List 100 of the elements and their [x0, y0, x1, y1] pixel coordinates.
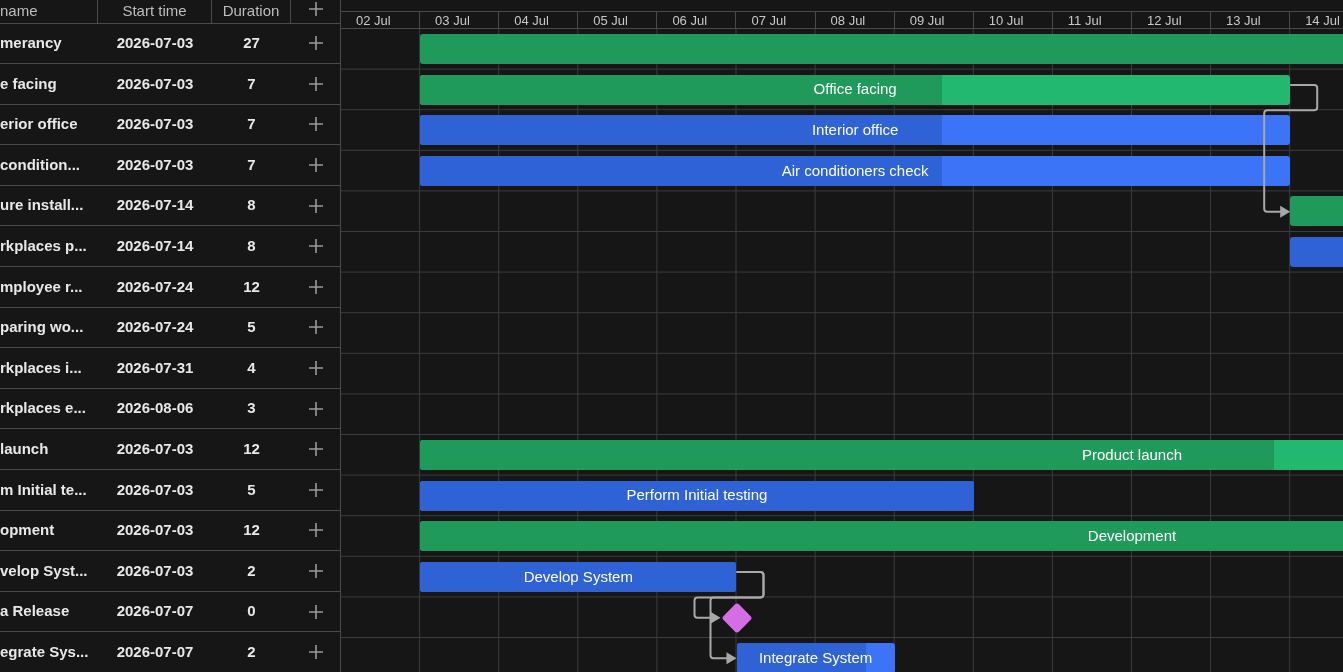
task-name-cell-text: rkplaces i... — [0, 357, 83, 378]
task-name-cell-text: launch — [0, 439, 50, 459]
bar-label: Office facing — [813, 79, 897, 100]
add-task-button[interactable] — [307, 644, 324, 661]
task-bar[interactable]: Integrate System — [736, 643, 895, 672]
duration-cell-text: 7 — [246, 114, 257, 135]
task-name-cell-text: egrate Sys... — [0, 641, 90, 662]
add-task-button[interactable] — [307, 563, 324, 579]
name-column-header: name — [0, 1, 38, 21]
duration-cell-text: 12 — [242, 276, 261, 297]
plus-icon — [307, 603, 324, 620]
plus-icon — [307, 75, 324, 92]
day-label: 08 Jul — [830, 13, 866, 28]
plus-icon — [307, 360, 324, 377]
task-bar[interactable]: Air conditioners check — [420, 155, 1291, 186]
plus-icon — [307, 157, 324, 174]
plus-icon — [307, 278, 324, 295]
plus-icon — [307, 563, 324, 579]
bar-label: Perform Initial testing — [626, 485, 768, 506]
task-name-cell-text: e facing — [0, 73, 58, 94]
start-time-column-header: Start time — [122, 1, 187, 21]
day-label: 13 Jul — [1226, 13, 1261, 28]
add-task-button[interactable] — [307, 278, 324, 295]
task-bar[interactable]: Office facing — [420, 74, 1291, 105]
duration-cell-text: 2 — [246, 641, 257, 662]
day-label: 11 Jul — [1067, 13, 1102, 28]
start-date-cell-text: 2026-07-03 — [115, 33, 195, 54]
bar-label: Integrate System — [758, 647, 873, 668]
plus-icon — [307, 197, 324, 214]
bar-label: Develop System — [523, 566, 633, 587]
bar-label: Air conditioners check — [781, 160, 929, 181]
plus-icon — [307, 522, 324, 539]
duration-cell-text: 7 — [246, 154, 257, 175]
start-date-cell-text: 2026-07-03 — [115, 154, 195, 175]
plus-icon — [307, 1, 324, 17]
day-label: 07 Jul — [751, 13, 787, 28]
task-bar[interactable]: Interior office — [420, 115, 1291, 146]
plus-icon — [307, 441, 324, 458]
add-task-button[interactable] — [307, 522, 324, 539]
add-task-button[interactable] — [307, 116, 324, 133]
start-date-cell-text: 2026-08-06 — [115, 398, 195, 419]
start-date-cell-text: 2026-07-14 — [115, 195, 195, 216]
add-task-button[interactable] — [307, 319, 324, 336]
start-date-cell-text: 2026-07-03 — [115, 560, 195, 581]
duration-cell-text: 2 — [246, 560, 257, 581]
task-bar[interactable]: Product launch — [420, 440, 1343, 470]
start-date-cell-text: 2026-07-07 — [115, 641, 195, 662]
task-name-cell-text: condition... — [0, 154, 81, 175]
duration-cell-text: 5 — [246, 479, 257, 500]
start-date-cell-text: 2026-07-07 — [115, 601, 195, 622]
task-bar[interactable]: Perform Initial testing — [420, 480, 974, 511]
add-task-button[interactable] — [307, 75, 324, 92]
start-date-cell-text: 2026-07-03 — [115, 114, 195, 135]
start-date-cell-text: 2026-07-03 — [115, 73, 195, 94]
add-task-button[interactable] — [307, 238, 324, 255]
duration-cell-text: 3 — [246, 398, 257, 419]
duration-column-header: Duration — [222, 1, 280, 21]
start-date-cell-text: 2026-07-03 — [115, 520, 195, 541]
add-task-button[interactable] — [307, 400, 324, 417]
task-name-cell-text: rkplaces p... — [0, 236, 88, 256]
add-task-button[interactable] — [307, 603, 324, 620]
start-date-cell-text: 2026-07-03 — [115, 439, 195, 459]
task-name-cell-text: merancy — [0, 33, 63, 54]
plus-icon — [307, 116, 324, 133]
plus-icon — [307, 319, 324, 336]
add-task-button[interactable] — [307, 481, 324, 498]
bar-label: Development — [1087, 525, 1177, 546]
add-column-button[interactable] — [307, 1, 324, 17]
day-label: 02 Jul — [356, 13, 391, 28]
day-label: 09 Jul — [909, 13, 945, 28]
add-task-button[interactable] — [307, 360, 324, 377]
start-date-cell-text: 2026-07-03 — [115, 479, 195, 500]
add-task-button[interactable] — [307, 441, 324, 458]
duration-cell-text: 8 — [246, 236, 257, 256]
day-label: 05 Jul — [593, 13, 628, 28]
bar-label: Interior office — [811, 119, 899, 140]
duration-cell-text: 12 — [242, 439, 261, 459]
task-bar[interactable]: Develop System — [420, 561, 737, 592]
day-label: 04 Jul — [514, 13, 549, 28]
start-date-cell-text: 2026-07-24 — [115, 276, 195, 297]
task-name-cell-text: mployee r... — [0, 276, 84, 297]
plus-icon — [307, 35, 324, 52]
day-label: 14 Jul — [1305, 13, 1340, 28]
task-name-cell-text: paring wo... — [0, 317, 85, 338]
task-name-cell-text: rkplaces e... — [0, 398, 87, 419]
start-date-cell-text: 2026-07-31 — [115, 357, 195, 378]
start-date-cell-text: 2026-07-14 — [115, 236, 195, 256]
plus-icon — [307, 238, 324, 255]
add-task-button[interactable] — [307, 157, 324, 174]
day-label: 06 Jul — [672, 13, 708, 28]
bar-label: Product launch — [1081, 444, 1183, 465]
plus-icon — [307, 481, 324, 498]
add-task-button[interactable] — [307, 197, 324, 214]
add-task-button[interactable] — [307, 35, 324, 52]
duration-cell-text: 12 — [242, 520, 261, 541]
day-label: 12 Jul — [1146, 13, 1182, 28]
task-name-cell-text: opment — [0, 520, 56, 541]
duration-cell-text: 7 — [246, 73, 257, 94]
duration-cell-text: 4 — [246, 357, 257, 378]
task-bar[interactable]: Development — [420, 521, 1343, 552]
